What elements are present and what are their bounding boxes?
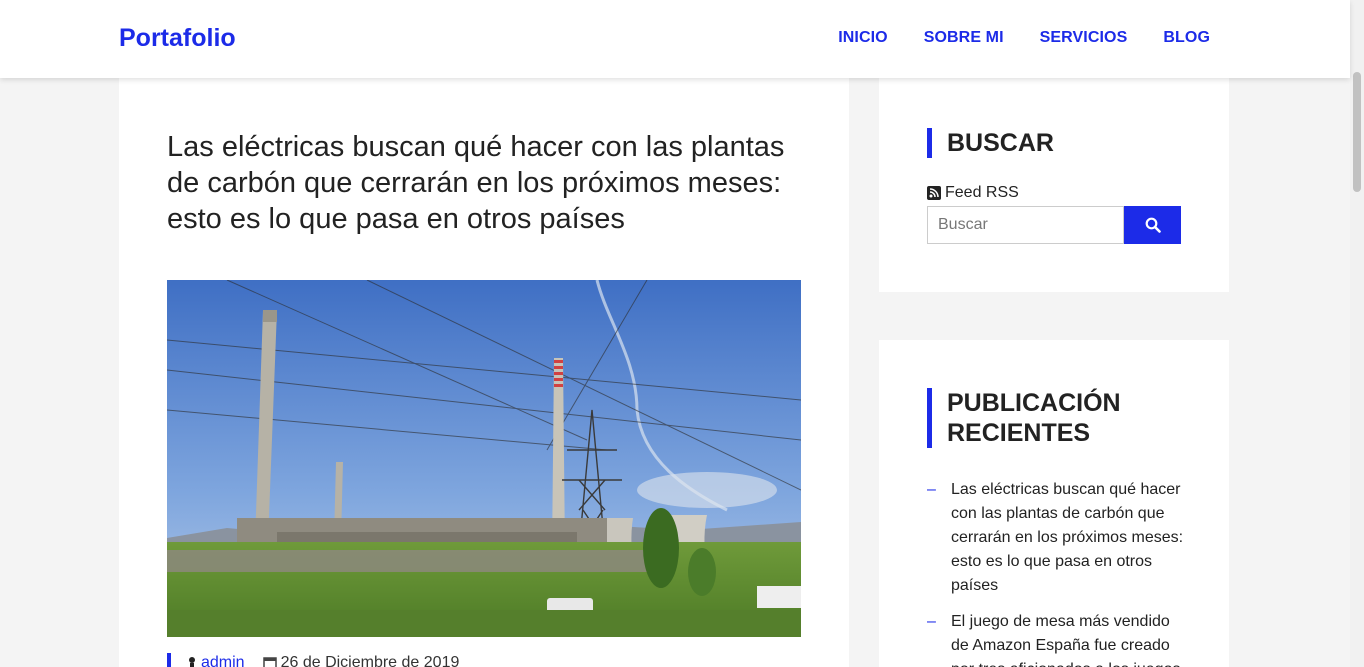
recent-post-link[interactable]: Las eléctricas buscan qué hacer con las …: [951, 481, 1183, 594]
post-card: Las eléctricas buscan qué hacer con las …: [119, 78, 849, 667]
post-featured-image[interactable]: [167, 280, 801, 637]
search-form: [927, 206, 1181, 244]
rss-feed-link[interactable]: Feed RSS: [927, 184, 1019, 202]
post-author: admin: [187, 654, 245, 667]
user-icon: [189, 657, 195, 667]
list-item: – Las eléctricas buscan qué hacer con la…: [927, 478, 1187, 598]
nav-sobre-mi[interactable]: SOBRE MI: [924, 29, 1004, 47]
rss-label: Feed RSS: [945, 184, 1019, 201]
list-item: – El juego de mesa más vendido de Amazon…: [927, 610, 1187, 667]
brand-logo[interactable]: Portafolio: [119, 24, 236, 53]
author-link[interactable]: admin: [201, 654, 245, 667]
power-plant-image: [167, 280, 801, 637]
post-meta: admin 26 de Diciembre de 2019: [167, 653, 459, 667]
post-title[interactable]: Las eléctricas buscan qué hacer con las …: [167, 129, 807, 237]
recent-post-link[interactable]: El juego de mesa más vendido de Amazon E…: [951, 613, 1180, 667]
search-widget-title: BUSCAR: [927, 128, 1054, 158]
dash-bullet: –: [927, 613, 936, 630]
search-icon: [1145, 217, 1161, 233]
search-widget: BUSCAR Feed RSS: [879, 78, 1229, 292]
nav-inicio[interactable]: INICIO: [838, 29, 888, 47]
recent-posts-widget: PUBLICACIÓN RECIENTES – Las eléctricas b…: [879, 340, 1229, 667]
nav-servicios[interactable]: SERVICIOS: [1040, 29, 1128, 47]
post-date-text: 26 de Diciembre de 2019: [280, 654, 460, 667]
recent-posts-title: PUBLICACIÓN RECIENTES: [927, 388, 1229, 448]
recent-posts-list: – Las eléctricas buscan qué hacer con la…: [927, 478, 1187, 667]
search-input[interactable]: [927, 206, 1124, 244]
scrollbar-thumb[interactable]: [1353, 72, 1361, 192]
main-nav: INICIO SOBRE MI SERVICIOS BLOG: [838, 29, 1210, 47]
dash-bullet: –: [927, 481, 936, 498]
page-scrollbar[interactable]: [1350, 0, 1364, 667]
rss-icon: [927, 186, 941, 200]
nav-blog[interactable]: BLOG: [1163, 29, 1210, 47]
calendar-icon: [262, 657, 277, 667]
search-button[interactable]: [1124, 206, 1181, 244]
post-date: 26 de Diciembre de 2019: [262, 654, 460, 667]
top-navbar: Portafolio INICIO SOBRE MI SERVICIOS BLO…: [0, 0, 1350, 78]
